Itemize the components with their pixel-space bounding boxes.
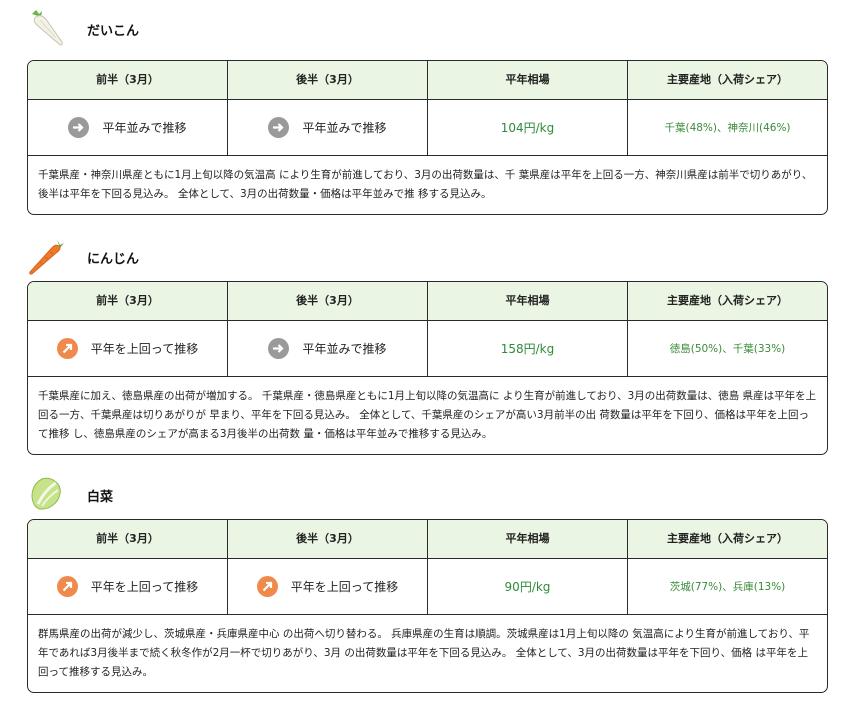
trend-label: 平年を上回って推移: [290, 580, 399, 594]
origins-value: 千葉(48%)、神奈川(46%): [664, 122, 791, 134]
second-half-cell: 平年を上回って推移: [228, 559, 428, 615]
up-arrow-icon: [56, 338, 78, 359]
section-header: にんじん: [0, 228, 845, 276]
avg-price-cell: 90円/kg: [428, 559, 628, 615]
origins-cell: 茨城(77%)、兵庫(13%): [628, 559, 827, 615]
origins-value: 徳島(50%)、千葉(33%): [669, 343, 786, 355]
forecast-description: 千葉県産に加え、徳島県産の出荷が増加する。 千葉県産・徳島県産ともに1月上旬以降…: [38, 390, 817, 440]
vegetable-name: だいこん: [87, 24, 140, 39]
forecast-description: 千葉県産・神奈川県産ともに1月上旬以降の気温高 により生育が前進しており、3月の…: [38, 169, 813, 200]
first-half-cell: 平年を上回って推移: [28, 321, 228, 377]
origins-cell: 千葉(48%)、神奈川(46%): [628, 100, 827, 156]
up-arrow-icon: [256, 576, 278, 597]
table-header-row: 前半（3月） 後半（3月） 平年相場 主要産地（入荷シェア）: [28, 282, 827, 321]
flat-arrow-icon: [268, 117, 290, 138]
trend-label: 平年を上回って推移: [90, 580, 199, 594]
col-avg-price: 平年相場: [428, 520, 628, 559]
up-arrow-icon: [56, 576, 78, 597]
section-header: 白菜: [0, 466, 845, 514]
col-first-half: 前半（3月）: [28, 61, 228, 100]
vegetable-name: にんじん: [87, 252, 140, 267]
hakusai-icon: [26, 474, 66, 514]
first-half-cell: 平年を上回って推移: [28, 559, 228, 615]
avg-price-cell: 104円/kg: [428, 100, 628, 156]
avg-price-value: 104円/kg: [500, 121, 555, 135]
col-origins: 主要産地（入荷シェア）: [628, 520, 827, 559]
trend-label: 平年並みで推移: [302, 121, 387, 135]
trend-label: 平年並みで推移: [302, 342, 387, 356]
col-second-half: 後半（3月）: [228, 520, 428, 559]
avg-price-value: 158円/kg: [500, 342, 555, 356]
table-header-row: 前半（3月） 後半（3月） 平年相場 主要産地（入荷シェア）: [28, 61, 827, 100]
col-origins: 主要産地（入荷シェア）: [628, 282, 827, 321]
first-half-cell: 平年並みで推移: [28, 100, 228, 156]
col-avg-price: 平年相場: [428, 282, 628, 321]
col-second-half: 後半（3月）: [228, 282, 428, 321]
table-row: 平年を上回って推移 平年並みで推移 158円/kg 徳島(50%)、千葉(33%…: [28, 321, 827, 377]
section-header: だいこん: [0, 0, 845, 48]
table-row: 平年並みで推移 平年並みで推移 104円/kg 千葉(48%)、神奈川(46%): [28, 100, 827, 156]
forecast-card: 前半（3月） 後半（3月） 平年相場 主要産地（入荷シェア） 平年を上回って推移: [27, 281, 828, 455]
origins-value: 茨城(77%)、兵庫(13%): [669, 581, 786, 593]
second-half-cell: 平年並みで推移: [228, 321, 428, 377]
flat-arrow-icon: [68, 117, 90, 138]
col-first-half: 前半（3月）: [28, 520, 228, 559]
forecast-card: 前半（3月） 後半（3月） 平年相場 主要産地（入荷シェア） 平年並みで推移 平…: [27, 60, 828, 215]
flat-arrow-icon: [268, 338, 290, 359]
col-origins: 主要産地（入荷シェア）: [628, 61, 827, 100]
avg-price-value: 90円/kg: [504, 580, 551, 594]
forecast-card: 前半（3月） 後半（3月） 平年相場 主要産地（入荷シェア） 平年を上回って推移: [27, 519, 828, 693]
avg-price-cell: 158円/kg: [428, 321, 628, 377]
forecast-description: 群馬県産の出荷が減少し、茨城県産・兵庫県産中心 の出荷へ切り替わる。 兵庫県産の…: [38, 628, 810, 678]
carrot-icon: [26, 236, 66, 276]
vegetable-name: 白菜: [87, 490, 114, 505]
col-second-half: 後半（3月）: [228, 61, 428, 100]
daikon-icon: [26, 8, 66, 48]
col-first-half: 前半（3月）: [28, 282, 228, 321]
origins-cell: 徳島(50%)、千葉(33%): [628, 321, 827, 377]
table-row: 平年を上回って推移 平年を上回って推移 90円/kg 茨城(77%)、兵庫(13…: [28, 559, 827, 615]
table-header-row: 前半（3月） 後半（3月） 平年相場 主要産地（入荷シェア）: [28, 520, 827, 559]
trend-label: 平年並みで推移: [102, 121, 187, 135]
col-avg-price: 平年相場: [428, 61, 628, 100]
trend-label: 平年を上回って推移: [90, 342, 199, 356]
second-half-cell: 平年並みで推移: [228, 100, 428, 156]
